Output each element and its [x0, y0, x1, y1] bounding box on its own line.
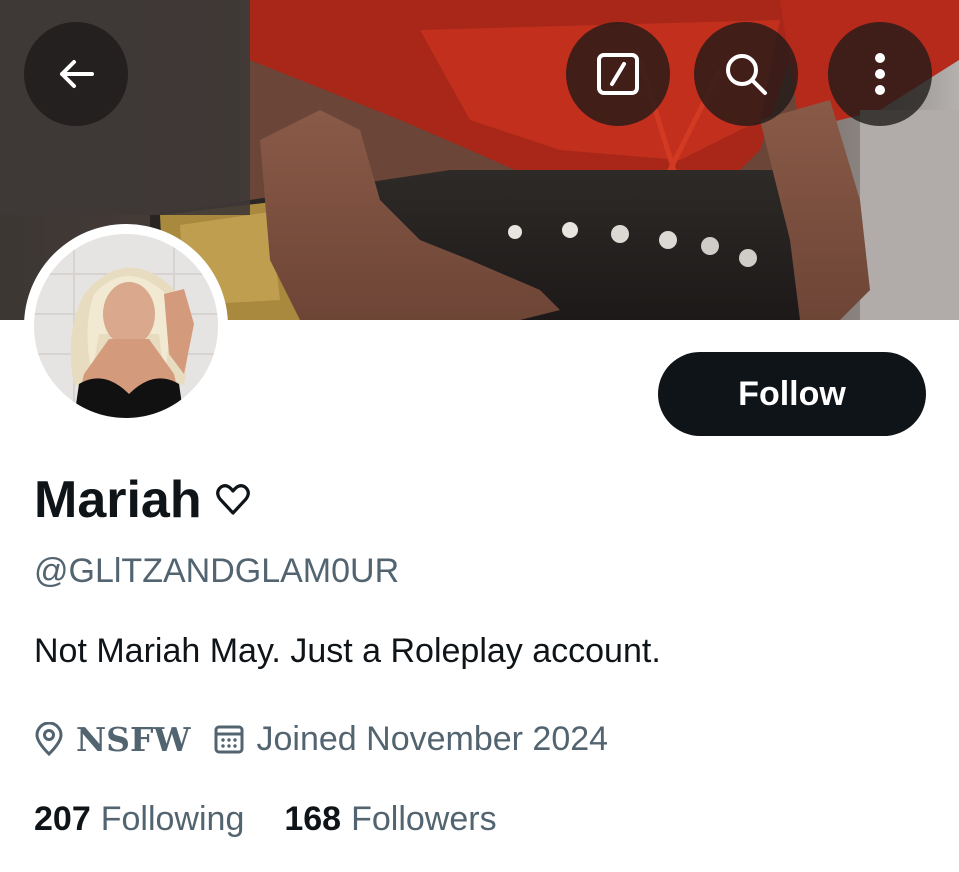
display-name: Mariah	[34, 470, 250, 530]
bio: Not Mariah May. Just a Roleplay account.	[34, 632, 661, 670]
more-button[interactable]	[828, 22, 932, 126]
handle: @GLlTZANDGLAM0UR	[34, 552, 400, 590]
joined-date: Joined November 2024	[213, 719, 609, 759]
following-label: Following	[100, 800, 245, 838]
search-icon	[726, 54, 767, 95]
compose-button[interactable]	[566, 22, 670, 126]
back-button[interactable]	[24, 22, 128, 126]
display-name-text: Mariah	[34, 471, 202, 529]
avatar-image	[34, 234, 218, 418]
location: NSFW	[34, 720, 191, 759]
following-link[interactable]: 207 Following	[34, 800, 244, 839]
more-vertical-icon	[875, 53, 885, 95]
search-button[interactable]	[694, 22, 798, 126]
follow-button[interactable]: Follow	[658, 352, 926, 436]
followers-link[interactable]: 168 Followers	[284, 800, 496, 839]
calendar-icon	[214, 725, 243, 754]
following-count: 207	[34, 800, 91, 838]
location-pin-icon	[35, 722, 63, 756]
compose-icon	[597, 53, 639, 95]
avatar[interactable]	[34, 234, 218, 418]
heart-outline-icon	[215, 484, 250, 515]
profile-meta: NSFW Joined November 2024	[34, 714, 630, 764]
arrow-left-icon	[60, 60, 94, 88]
avatar-frame[interactable]	[24, 224, 228, 428]
followers-count: 168	[284, 800, 342, 838]
follow-stats: 207 Following 168 Followers	[34, 800, 537, 839]
joined-text: Joined November 2024	[256, 719, 609, 758]
followers-label: Followers	[351, 800, 497, 838]
location-text: NSFW	[76, 719, 191, 759]
